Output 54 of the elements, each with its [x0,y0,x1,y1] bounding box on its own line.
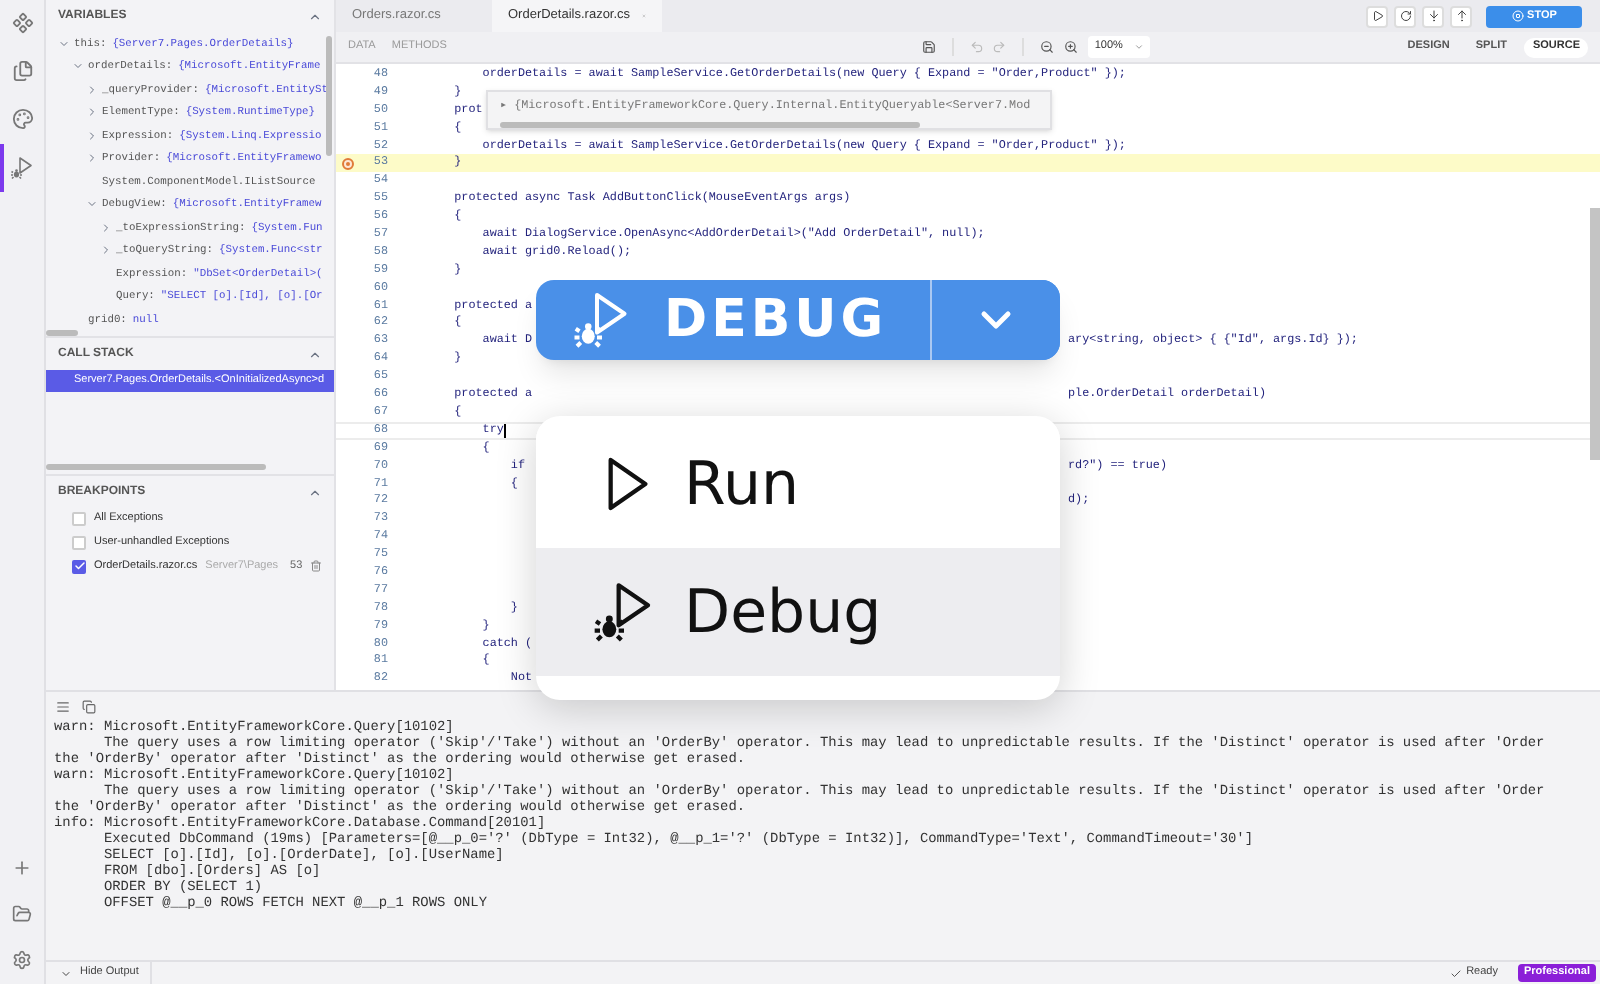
expand-toggle[interactable] [100,221,112,234]
menu-item[interactable]: Run [536,420,1060,548]
components-icon[interactable] [11,12,33,34]
expand-toggle[interactable] [86,106,98,119]
undo-icon[interactable] [970,40,985,54]
redo-icon[interactable] [992,40,1007,54]
debug-icon [10,156,34,180]
scrollbar[interactable] [46,464,266,470]
zoom-out-icon[interactable] [1040,40,1055,54]
step-out-button[interactable] [1450,5,1472,27]
caret-icon [1134,42,1145,52]
step-into-icon [1427,10,1439,22]
play-icon [1371,10,1383,22]
checkbox[interactable] [72,511,86,525]
breakpoint-marker[interactable] [342,157,354,170]
add-icon[interactable] [12,858,32,878]
dropdown-toggle[interactable] [932,280,1060,360]
collapse-icon[interactable] [308,347,322,361]
expand-toggle[interactable] [86,152,98,165]
debug-icon [592,580,656,644]
scrollbar[interactable] [326,36,332,156]
zoom-in-icon[interactable] [1064,40,1079,54]
step-over-icon [1399,10,1411,22]
scrollbar[interactable] [1590,208,1600,460]
debug-icon [572,290,632,350]
copy-icon[interactable] [82,699,96,713]
step-over-button[interactable] [1394,5,1416,27]
collapse-icon[interactable] [308,485,322,499]
step-into-button[interactable] [1422,5,1444,27]
settings-icon[interactable] [12,950,32,970]
scrollbar[interactable] [46,330,78,336]
menu-item[interactable]: Debug [536,548,1060,676]
save-icon[interactable] [922,40,937,54]
expand-toggle[interactable] [86,129,98,142]
expand-toggle[interactable] [58,37,70,50]
list-icon[interactable] [56,699,70,713]
folder-icon[interactable] [12,904,32,924]
palette-icon[interactable] [11,108,33,130]
active-indicator [0,144,3,192]
check-icon [1450,967,1463,979]
expand-toggle[interactable] [86,198,98,211]
step-out-icon [1455,10,1467,22]
collapse-icon[interactable] [308,9,322,23]
continue-button[interactable] [1366,5,1388,27]
delete-icon[interactable] [310,560,323,572]
expand-toggle[interactable] [86,83,98,96]
expand-toggle[interactable] [72,60,84,73]
text-caret [503,423,506,438]
stop-icon [1511,10,1524,22]
files-icon[interactable] [11,60,33,82]
chevron-icon [60,967,72,979]
checkbox[interactable] [72,535,86,549]
expand-toggle[interactable] [100,244,112,257]
scrollbar[interactable] [500,121,920,128]
